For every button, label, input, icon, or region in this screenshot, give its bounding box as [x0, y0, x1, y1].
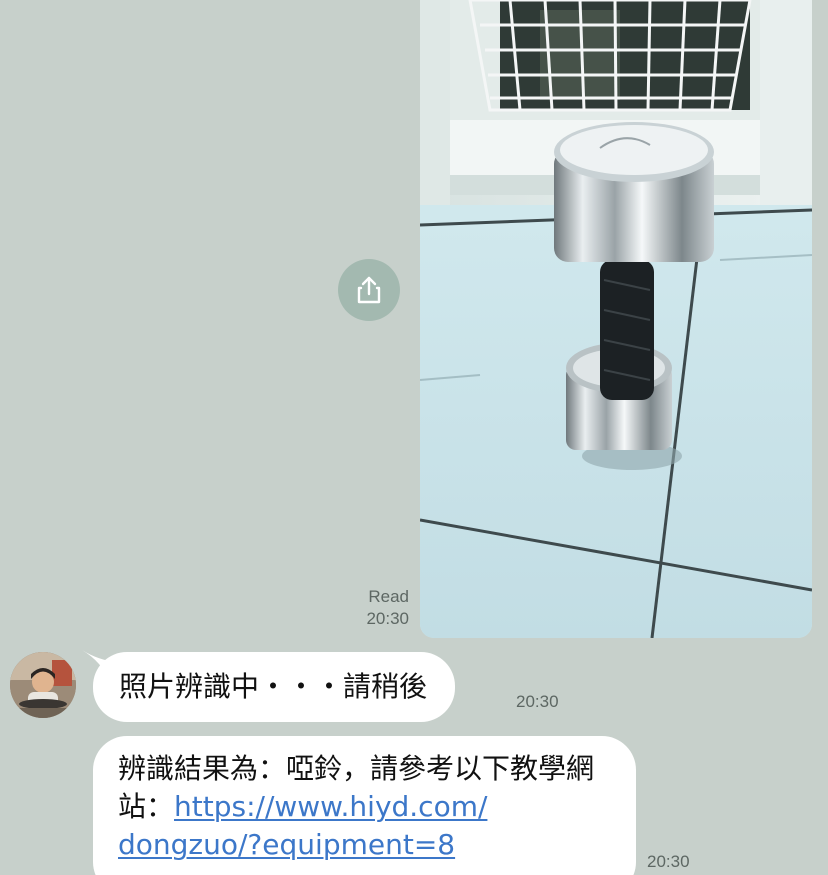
- read-receipt: Read: [368, 587, 409, 606]
- outgoing-photo[interactable]: [420, 0, 812, 638]
- sender-avatar[interactable]: [10, 652, 76, 718]
- avatar-image: [10, 652, 76, 718]
- share-button[interactable]: [338, 259, 400, 321]
- incoming-time-1: 20:30: [516, 692, 559, 711]
- tutorial-link-continued[interactable]: dongzuo/?equipment=8: [118, 828, 455, 861]
- outgoing-meta: Read 20:30: [366, 586, 409, 630]
- outgoing-time: 20:30: [366, 609, 409, 628]
- chat-view: Read 20:30 照片辨識中・・・請稍後 20:30 辨識結果為：啞鈴，請參…: [0, 0, 828, 875]
- message-text: 照片辨識中・・・請稍後: [119, 670, 428, 703]
- incoming-message-2[interactable]: 辨識結果為：啞鈴，請參考以下教學網站：https://www.hiyd.com/…: [93, 736, 636, 875]
- share-icon: [357, 276, 381, 304]
- dumbbell-photo: [420, 0, 812, 638]
- incoming-time-2: 20:30: [647, 852, 690, 871]
- tutorial-link[interactable]: https://www.hiyd.com/: [174, 790, 487, 823]
- incoming-message-1[interactable]: 照片辨識中・・・請稍後: [93, 652, 456, 722]
